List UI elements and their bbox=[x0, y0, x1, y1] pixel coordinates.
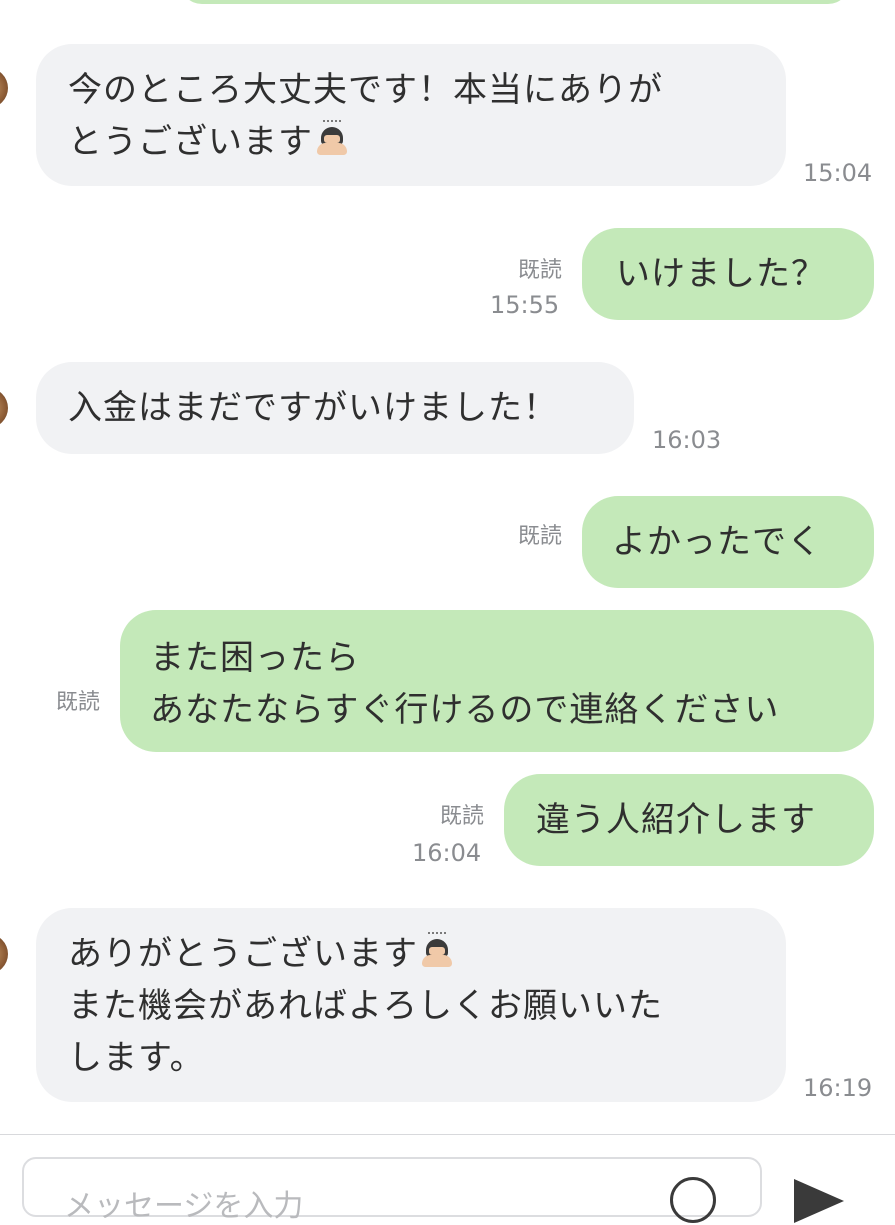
message-text-line: ありがとうございます bbox=[68, 934, 418, 974]
message-time: 15:55 bbox=[490, 291, 560, 319]
read-receipt: 既読 bbox=[517, 258, 562, 283]
message-text-line: いけました？ bbox=[616, 254, 826, 294]
send-icon[interactable] bbox=[794, 1179, 844, 1223]
message-time: 16:04 bbox=[412, 839, 482, 867]
emoji-smile-icon[interactable] bbox=[670, 1177, 716, 1223]
read-receipt: 既読 bbox=[55, 690, 100, 715]
message-bubble-outgoing-partial bbox=[180, 0, 850, 4]
read-receipt: 既読 bbox=[439, 804, 484, 829]
message-input-bar: メッセージを入力 bbox=[0, 1134, 895, 1224]
message-bubble-incoming[interactable]: 入金はまだですがいけました！ bbox=[36, 362, 634, 454]
person-bowing-emoji bbox=[315, 120, 349, 157]
message-time: 15:04 bbox=[803, 159, 873, 187]
person-bowing-emoji bbox=[420, 932, 454, 969]
avatar[interactable] bbox=[0, 68, 8, 108]
message-bubble-incoming[interactable]: ありがとうございます また機会があればよろしくお願いいた します。 bbox=[36, 908, 786, 1102]
message-text-line: また困ったら bbox=[150, 638, 360, 678]
message-bubble-outgoing[interactable]: 違う人紹介します bbox=[504, 774, 874, 866]
message-text-line: あなたならすぐ行けるので連絡ください bbox=[150, 690, 780, 730]
read-receipt: 既読 bbox=[517, 524, 562, 549]
avatar[interactable] bbox=[0, 388, 8, 428]
message-text-line: 入金はまだですがいけました！ bbox=[68, 388, 558, 428]
message-bubble-incoming[interactable]: 今のところ大丈夫です！本当にありが とうございます bbox=[36, 44, 786, 186]
message-bubble-outgoing[interactable]: よかったでく bbox=[582, 496, 874, 588]
message-bubble-outgoing[interactable]: また困ったら あなたならすぐ行けるので連絡ください bbox=[120, 610, 874, 752]
message-text-line: とうございます bbox=[68, 122, 313, 162]
avatar[interactable] bbox=[0, 934, 8, 974]
message-text-line: 今のところ大丈夫です！本当にありが bbox=[68, 70, 663, 110]
message-text-line: します。 bbox=[68, 1038, 205, 1078]
message-text-line: よかったでく bbox=[612, 522, 822, 562]
message-input[interactable]: メッセージを入力 bbox=[22, 1157, 762, 1224]
message-text-line: 違う人紹介します bbox=[536, 800, 816, 840]
message-time: 16:03 bbox=[652, 426, 722, 454]
message-bubble-outgoing[interactable]: いけました？ bbox=[582, 228, 874, 320]
message-text-line: また機会があればよろしくお願いいた bbox=[68, 986, 663, 1026]
message-time: 16:19 bbox=[803, 1074, 873, 1102]
